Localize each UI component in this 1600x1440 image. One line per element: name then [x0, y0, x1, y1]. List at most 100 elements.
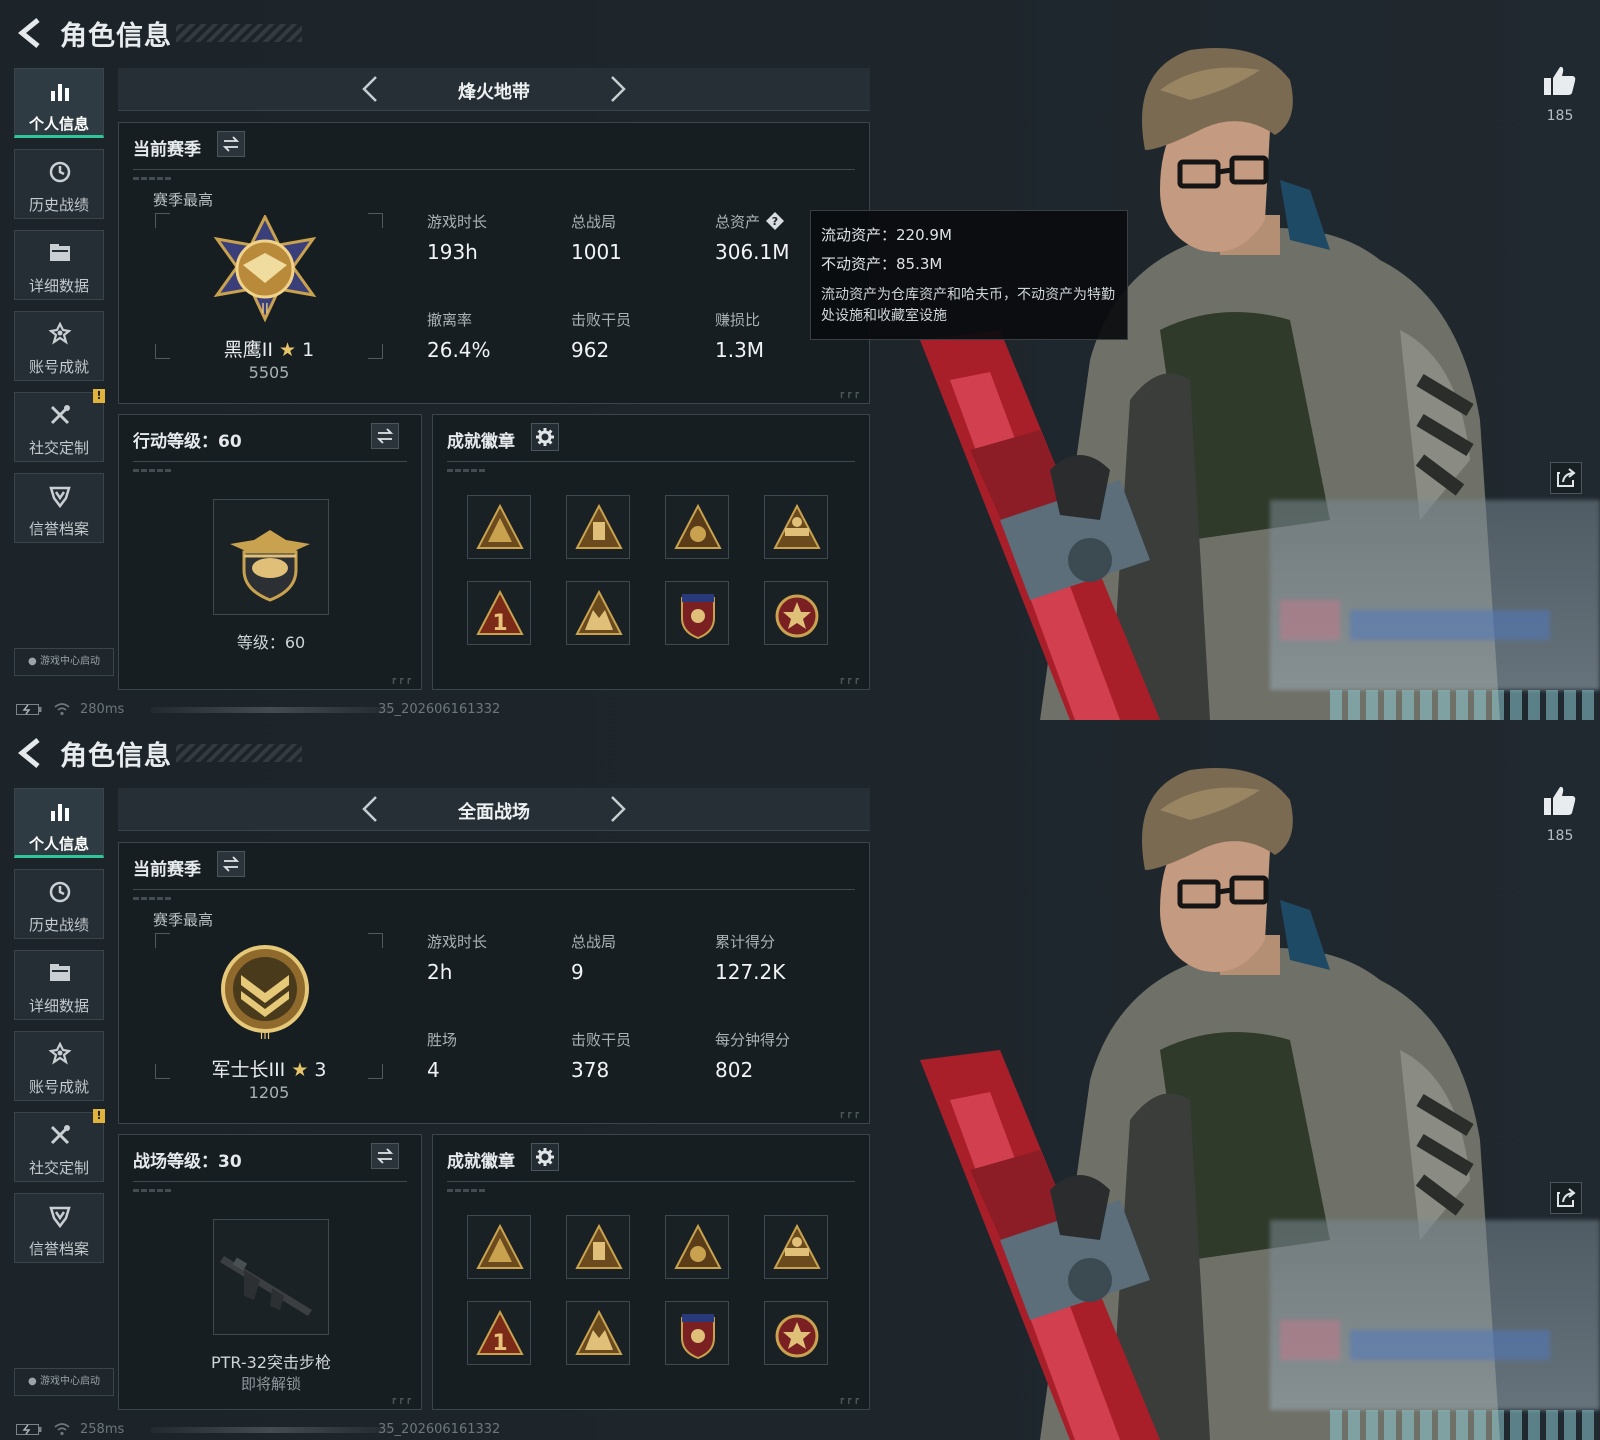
redacted-id: [151, 707, 391, 713]
sidebar-item-5[interactable]: 信誉档案: [14, 1193, 104, 1263]
stat-value: 378: [571, 1058, 610, 1082]
chevron-left-icon[interactable]: [358, 794, 384, 824]
corner-decoration: ┏┏┏: [390, 675, 413, 685]
tooltip-liquid-assets: 流动资产：220.9M: [821, 226, 952, 244]
gear-icon: [536, 428, 554, 446]
history-clock-icon: [49, 161, 71, 183]
sidebar-item-2[interactable]: 详细数据: [14, 230, 104, 300]
chevron-left-icon[interactable]: [358, 74, 384, 104]
helicopter-emblem-icon: [213, 499, 329, 615]
badge-icon: 1: [476, 589, 524, 636]
side-nav: 个人信息历史战绩详细数据账号成就社交定制! 信誉档案: [14, 68, 106, 554]
like-widget[interactable]: 185: [1536, 784, 1584, 844]
sidebar-item-2[interactable]: 详细数据: [14, 950, 104, 1020]
achievement-badge[interactable]: [764, 581, 828, 645]
achievement-badge[interactable]: [566, 581, 630, 645]
stat-label: 击败干员: [571, 1031, 632, 1049]
svg-text:III: III: [260, 1028, 271, 1042]
game-center-launch-button[interactable]: ● 游戏中心启动: [14, 648, 114, 676]
badges-title: 成就徽章: [447, 432, 515, 452]
sidebar-item-1[interactable]: 历史战绩: [14, 869, 104, 939]
sidebar-item-label: 历史战绩: [28, 916, 89, 934]
achievement-badge[interactable]: [566, 495, 630, 559]
divider-accent: [447, 1189, 487, 1192]
achievement-badge[interactable]: [467, 1215, 531, 1279]
achievement-badge[interactable]: [467, 495, 531, 559]
badge-settings-button[interactable]: [531, 1143, 559, 1171]
back-arrow-icon[interactable]: [14, 736, 44, 770]
thumbs-up-icon[interactable]: [1542, 784, 1578, 818]
achievement-badge[interactable]: [665, 1215, 729, 1279]
rank-stars: 3: [314, 1059, 327, 1081]
profile-screen: 角色信息 个人信息 历史战绩 详细数据 账号成就 社交定制! 信誉档案 ● 游戏中心启动 …: [0, 0, 1600, 720]
like-widget[interactable]: 185: [1536, 64, 1584, 124]
sidebar-item-0[interactable]: 个人信息: [14, 788, 104, 858]
divider-accent: [133, 177, 173, 180]
badge-settings-button[interactable]: [531, 423, 559, 451]
season-title: 当前赛季: [133, 140, 201, 160]
sidebar-item-0[interactable]: 个人信息: [14, 68, 104, 138]
thumbs-up-icon[interactable]: [1542, 64, 1578, 98]
star-icon: ★: [291, 1059, 309, 1081]
achievement-badge[interactable]: [665, 495, 729, 559]
achievement-badge[interactable]: [764, 1215, 828, 1279]
sidebar-item-label: 详细数据: [28, 997, 89, 1015]
stat-value: 193h: [427, 240, 478, 264]
achievement-badge[interactable]: [764, 1301, 828, 1365]
achievement-badge[interactable]: [665, 1301, 729, 1365]
sidebar-item-4[interactable]: 社交定制!: [14, 389, 105, 462]
achievement-badge[interactable]: 1: [467, 1301, 531, 1365]
stat-item: 游戏时长 2h: [427, 931, 557, 984]
history-clock-icon: [49, 881, 71, 903]
season-swap-button[interactable]: [217, 131, 245, 157]
season-swap-button[interactable]: [217, 851, 245, 877]
stat-item: 撤离率 26.4%: [427, 309, 557, 362]
achievement-badge[interactable]: [665, 581, 729, 645]
sidebar-item-3[interactable]: 账号成就: [14, 311, 104, 381]
badge-icon: 1: [476, 1309, 524, 1356]
stat-label: 总战局: [571, 933, 617, 951]
rifle-icon: [213, 1219, 329, 1335]
chevron-right-icon[interactable]: [604, 74, 630, 104]
season-title: 当前赛季: [133, 860, 201, 880]
stat-value: 2h: [427, 960, 453, 984]
achievement-badge[interactable]: [566, 1301, 630, 1365]
gear-icon: [536, 1148, 554, 1166]
level-swap-button[interactable]: [371, 1143, 399, 1169]
sidebar-item-label: 社交定制: [28, 1159, 89, 1177]
title-decoration: [176, 744, 302, 762]
stat-item: 击败干员 378: [571, 1029, 701, 1082]
share-button[interactable]: [1550, 1182, 1582, 1214]
svg-text:II: II: [261, 302, 269, 317]
divider: [133, 889, 855, 890]
stat-value: 9: [571, 960, 584, 984]
share-icon: [1557, 1188, 1576, 1207]
mode-name: 全面战场: [458, 802, 530, 823]
help-icon[interactable]: ?: [766, 212, 785, 230]
badges-title: 成就徽章: [447, 1152, 515, 1172]
rank-emblem-icon: III: [209, 935, 321, 1045]
sidebar-item-3[interactable]: 账号成就: [14, 1031, 104, 1101]
level-swap-button[interactable]: [371, 423, 399, 449]
sidebar-item-1[interactable]: 历史战绩: [14, 149, 104, 219]
divider: [133, 169, 855, 170]
stat-value: 26.4%: [427, 338, 491, 362]
achievement-badge[interactable]: [566, 1215, 630, 1279]
status-bar: 280ms 35_202606161332: [16, 702, 536, 718]
corner-decoration: ┏┏┏: [838, 389, 861, 399]
svg-text:?: ?: [772, 215, 778, 228]
ping-text: 280ms: [80, 702, 125, 717]
sidebar-item-5[interactable]: 信誉档案: [14, 473, 104, 543]
back-arrow-icon[interactable]: [14, 16, 44, 50]
achievement-badge[interactable]: 1: [467, 581, 531, 645]
tooltip-fixed-assets: 不动资产：85.3M: [821, 255, 943, 273]
chevron-right-icon[interactable]: [604, 794, 630, 824]
divider-accent: [133, 897, 173, 900]
share-button[interactable]: [1550, 462, 1582, 494]
game-center-launch-button[interactable]: ● 游戏中心启动: [14, 1368, 114, 1396]
sidebar-item-4[interactable]: 社交定制!: [14, 1109, 105, 1182]
achievement-badge[interactable]: [764, 495, 828, 559]
divider: [447, 1181, 855, 1182]
rank-name: 军士长III ★ 3: [155, 1055, 383, 1082]
achievement-icon: [48, 322, 72, 345]
